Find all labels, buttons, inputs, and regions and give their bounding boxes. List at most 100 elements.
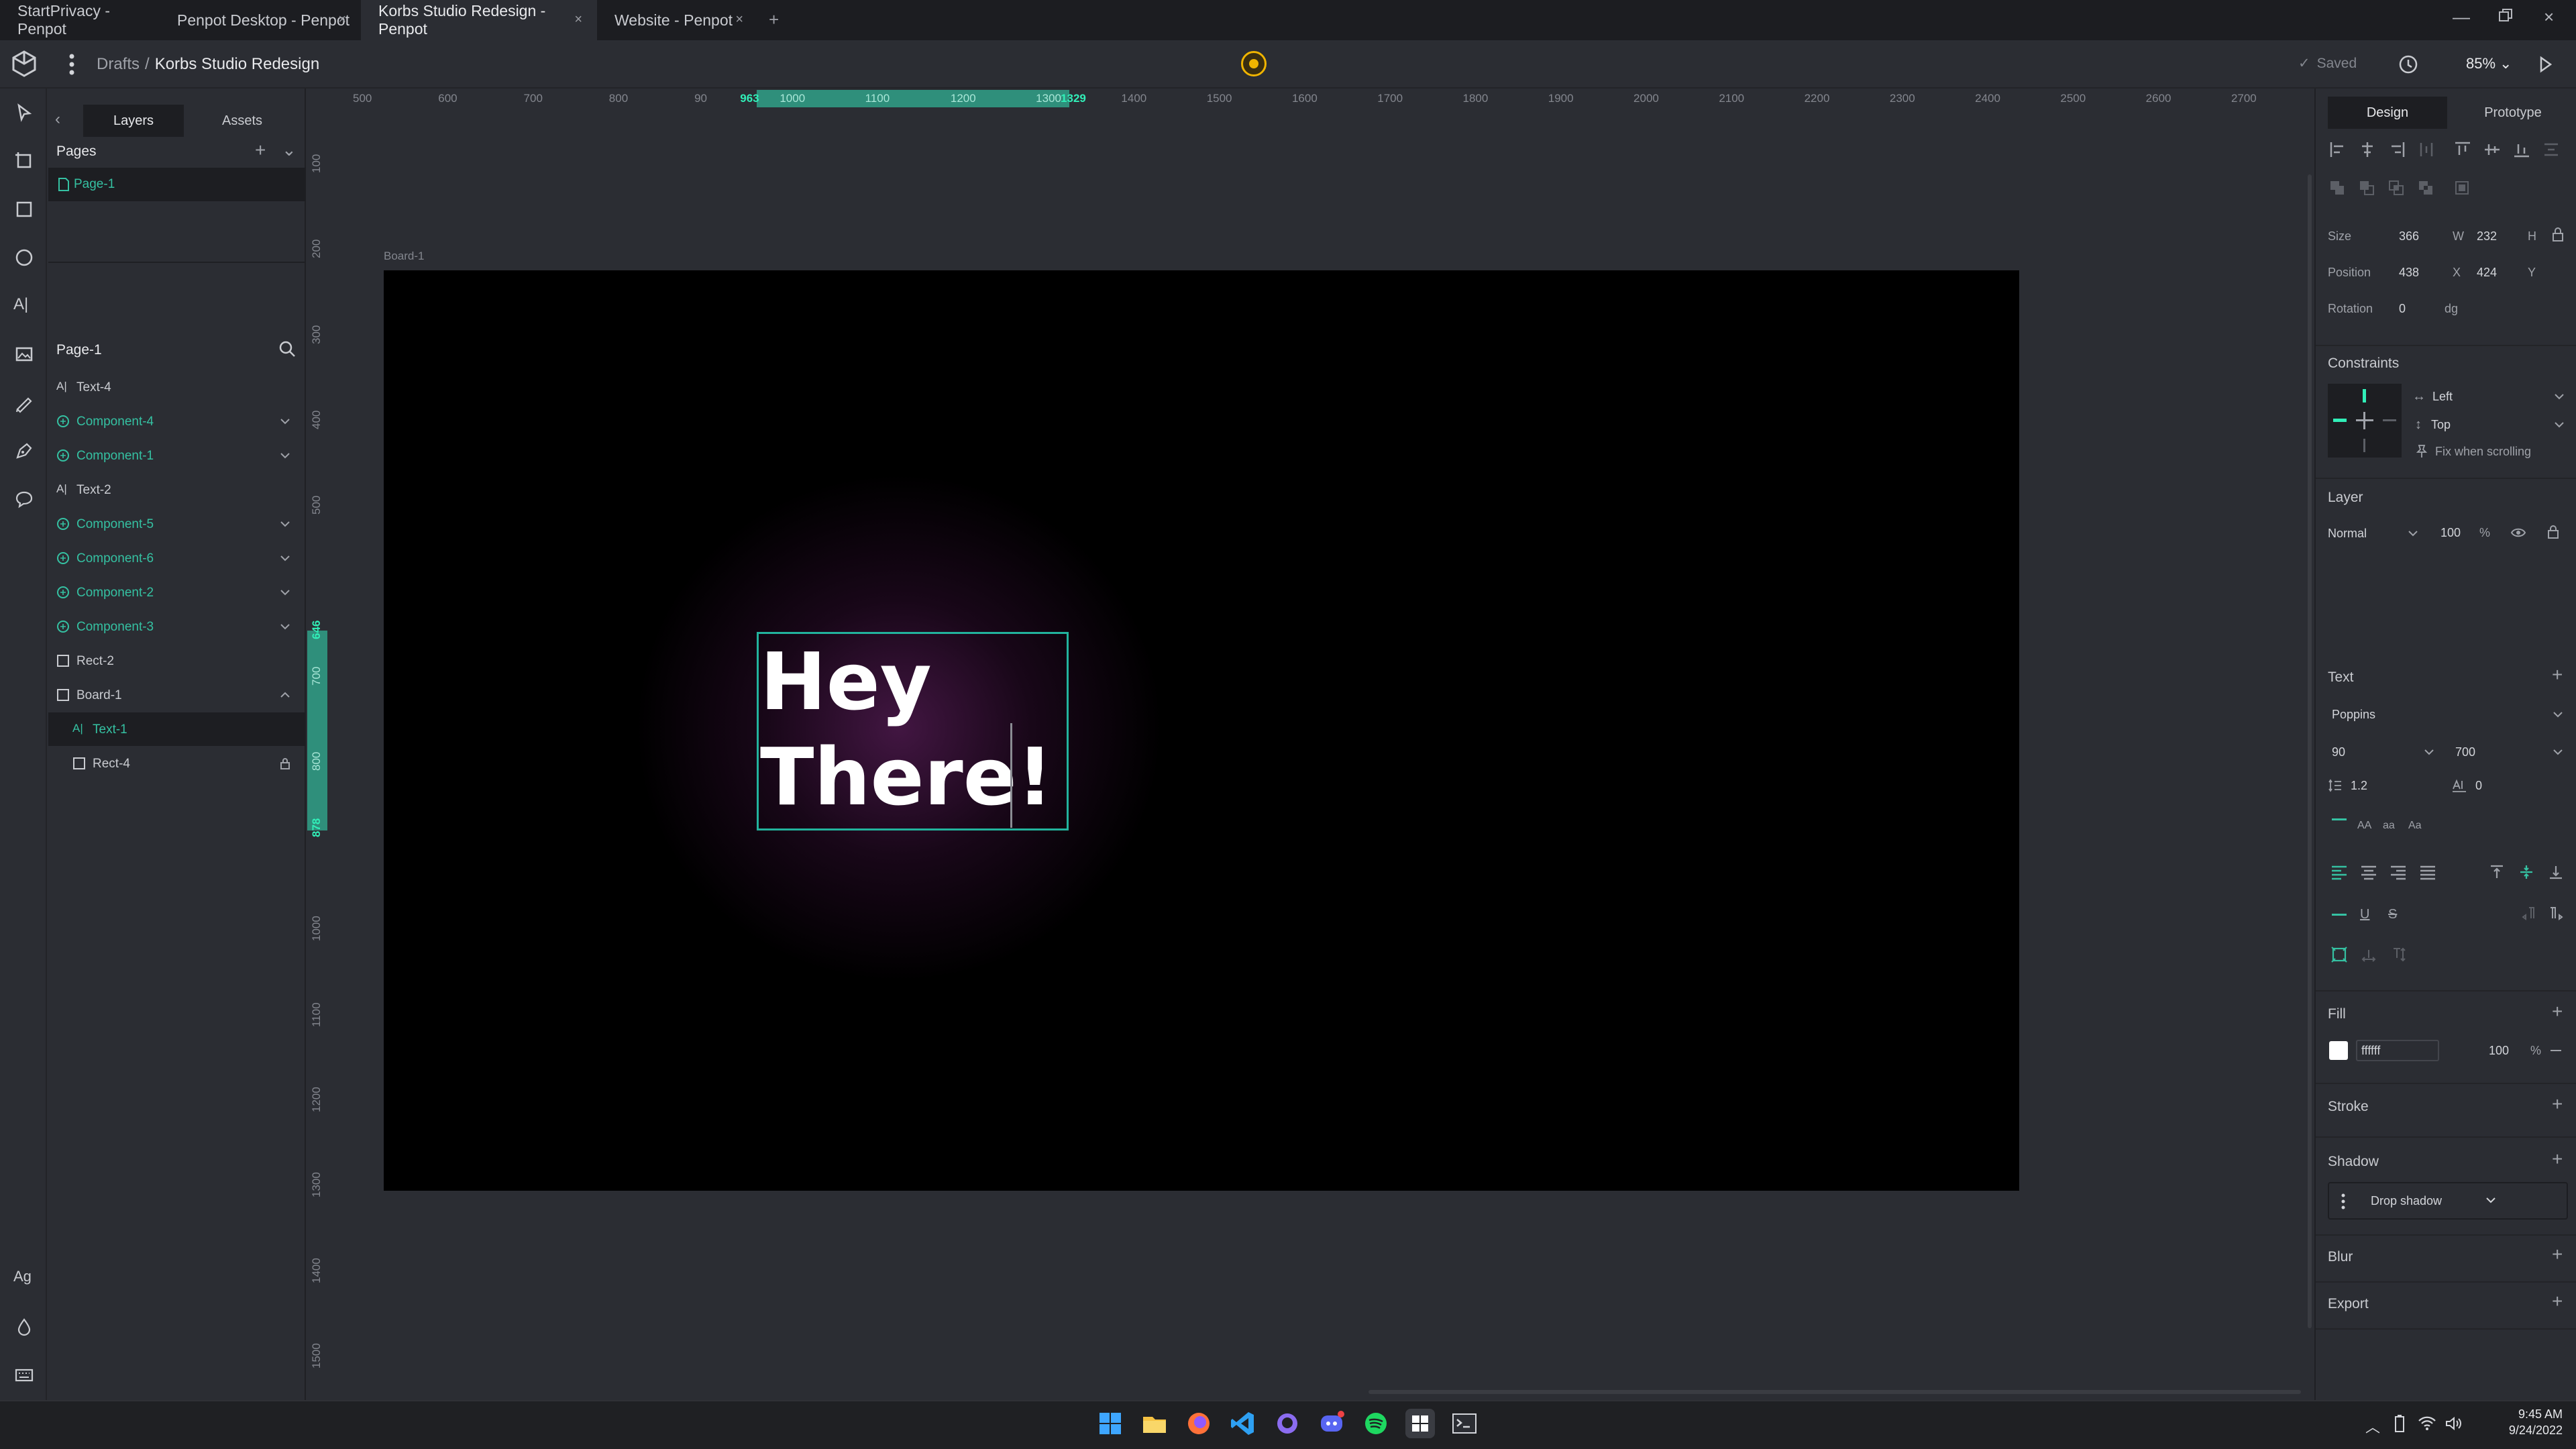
breadcrumb-drafts[interactable]: Drafts	[97, 55, 140, 74]
image-tool-icon[interactable]	[13, 343, 35, 365]
flatten-icon[interactable]	[2454, 180, 2470, 196]
tab-design[interactable]: Design	[2328, 97, 2447, 129]
vertical-constraint-select[interactable]: ↕ Top	[2412, 415, 2568, 435]
layer-item[interactable]: Component-6	[48, 541, 306, 575]
board[interactable]	[384, 270, 2019, 1191]
fill-opacity-input[interactable]: 100	[2489, 1044, 2509, 1058]
lock-icon[interactable]	[279, 757, 291, 769]
path-tool-icon[interactable]	[13, 440, 35, 462]
shadow-item[interactable]: Drop shadow	[2328, 1182, 2568, 1220]
constraint-top-bar[interactable]	[2363, 389, 2366, 402]
height-input[interactable]: 232	[2477, 229, 2530, 244]
vertical-align-bottom-icon[interactable]	[2548, 864, 2564, 880]
github-icon[interactable]	[1273, 1409, 1302, 1438]
chevron-up-icon[interactable]	[279, 689, 291, 701]
line-height-input[interactable]: 1.2	[2328, 778, 2367, 793]
fill-color-swatch[interactable]	[2329, 1041, 2348, 1060]
vertical-scrollbar[interactable]	[2308, 174, 2312, 1328]
align-v-center-icon[interactable]	[2483, 141, 2501, 158]
add-text-style-icon[interactable]: +	[2552, 664, 2563, 686]
boolean-intersection-icon[interactable]	[2388, 180, 2404, 196]
comments-tool-icon[interactable]	[13, 488, 35, 510]
add-export-icon[interactable]: +	[2552, 1291, 2563, 1312]
curve-tool-icon[interactable]	[13, 392, 35, 413]
fill-hex-input[interactable]: ffffff	[2356, 1040, 2439, 1061]
eye-icon[interactable]	[2510, 526, 2526, 539]
fix-when-scrolling-toggle[interactable]: Fix when scrolling	[2415, 444, 2531, 459]
add-page-icon[interactable]: +	[255, 140, 266, 161]
layer-item[interactable]: Rect-2	[48, 644, 306, 678]
close-icon[interactable]: ×	[735, 12, 743, 28]
minimize-icon[interactable]: —	[2453, 7, 2470, 28]
close-icon[interactable]: ×	[338, 12, 346, 28]
layer-item[interactable]: Rect-4	[48, 747, 306, 780]
chevron-down-icon[interactable]	[279, 621, 291, 633]
text-align-center-icon[interactable]	[2360, 864, 2377, 880]
color-palette-icon[interactable]	[13, 1316, 35, 1338]
browser-tab[interactable]: Website - Penpot ×	[597, 0, 758, 40]
layer-item[interactable]: Component-4	[48, 405, 306, 438]
window-close-icon[interactable]: ×	[2544, 7, 2554, 28]
layer-item[interactable]: A| Text-4	[48, 370, 306, 404]
typography-icon[interactable]: Ag	[13, 1268, 35, 1289]
project-title[interactable]: Korbs Studio Redesign	[155, 55, 319, 74]
discord-icon[interactable]	[1317, 1409, 1346, 1438]
titlecase-button[interactable]: Aa	[2408, 820, 2422, 832]
constraint-center-v[interactable]	[2363, 412, 2365, 429]
zoom-dropdown[interactable]: 85% ⌄	[2466, 55, 2512, 72]
add-stroke-icon[interactable]: +	[2552, 1093, 2563, 1115]
strikethrough-icon[interactable]: S	[2388, 907, 2397, 922]
penpot-logo-icon[interactable]	[11, 50, 38, 78]
horizontal-constraint-select[interactable]: ↔ Left	[2412, 386, 2568, 407]
align-right-icon[interactable]	[2388, 141, 2406, 158]
underline-icon[interactable]: U	[2360, 907, 2369, 922]
lock-icon[interactable]	[2546, 525, 2560, 539]
vscode-icon[interactable]	[1228, 1409, 1258, 1438]
font-family-select[interactable]: Poppins	[2328, 704, 2567, 724]
battery-icon[interactable]	[2394, 1414, 2406, 1433]
tab-layers[interactable]: Layers	[83, 105, 184, 137]
constraint-bottom-bar[interactable]	[2363, 439, 2365, 452]
auto-width-icon[interactable]	[2360, 946, 2377, 963]
chevron-down-icon[interactable]: ⌄	[282, 140, 297, 160]
horizontal-scrollbar[interactable]	[1368, 1390, 2301, 1394]
text-layer-hey-there[interactable]: Hey There!	[757, 632, 1069, 830]
keyboard-shortcuts-icon[interactable]	[13, 1364, 35, 1386]
collapse-sidebar-icon[interactable]: ‹	[55, 110, 60, 129]
chevron-down-icon[interactable]	[279, 586, 291, 598]
direction-ltr-icon[interactable]	[2548, 906, 2564, 922]
lowercase-button[interactable]: aa	[2383, 820, 2395, 832]
y-input[interactable]: 424	[2477, 266, 2530, 280]
windows-start-icon[interactable]	[1095, 1409, 1125, 1438]
width-input[interactable]: 366	[2399, 229, 2453, 244]
layer-item[interactable]: Component-3	[48, 610, 306, 643]
firefox-icon[interactable]	[1184, 1409, 1214, 1438]
shadow-options-icon[interactable]	[2340, 1193, 2347, 1210]
tab-prototype[interactable]: Prototype	[2454, 97, 2572, 129]
letter-spacing-input[interactable]: 0	[2451, 778, 2482, 793]
browser-tab-active[interactable]: Korbs Studio Redesign - Penpot ×	[361, 0, 597, 40]
tray-chevron-up-icon[interactable]: ︿	[2365, 1415, 2380, 1437]
x-input[interactable]: 438	[2399, 266, 2453, 280]
new-tab-button[interactable]: +	[769, 9, 779, 30]
add-fill-icon[interactable]: +	[2552, 1001, 2563, 1022]
direction-rtl-icon[interactable]	[2521, 906, 2537, 922]
remove-fill-icon[interactable]	[2551, 1050, 2561, 1051]
align-bottom-icon[interactable]	[2513, 141, 2530, 158]
boolean-difference-icon[interactable]	[2359, 180, 2375, 196]
constraint-right-bar[interactable]	[2383, 419, 2396, 421]
align-h-center-icon[interactable]	[2359, 141, 2376, 158]
volume-icon[interactable]	[2445, 1415, 2463, 1432]
rectangle-tool-icon[interactable]	[13, 199, 35, 220]
board-label[interactable]: Board-1	[384, 250, 424, 263]
constraints-widget[interactable]	[2328, 384, 2402, 458]
wifi-icon[interactable]	[2418, 1415, 2436, 1432]
chevron-down-icon[interactable]	[279, 449, 291, 462]
layer-item[interactable]: Component-1	[48, 439, 306, 472]
text-case-none-icon[interactable]	[2332, 818, 2347, 820]
close-icon[interactable]: ×	[574, 12, 582, 28]
browser-tab[interactable]: Penpot Desktop - Penpot ×	[160, 0, 361, 40]
proportion-lock-icon[interactable]	[2551, 227, 2565, 243]
penpot-app-icon[interactable]	[1405, 1409, 1435, 1438]
layer-item[interactable]: Component-2	[48, 576, 306, 609]
